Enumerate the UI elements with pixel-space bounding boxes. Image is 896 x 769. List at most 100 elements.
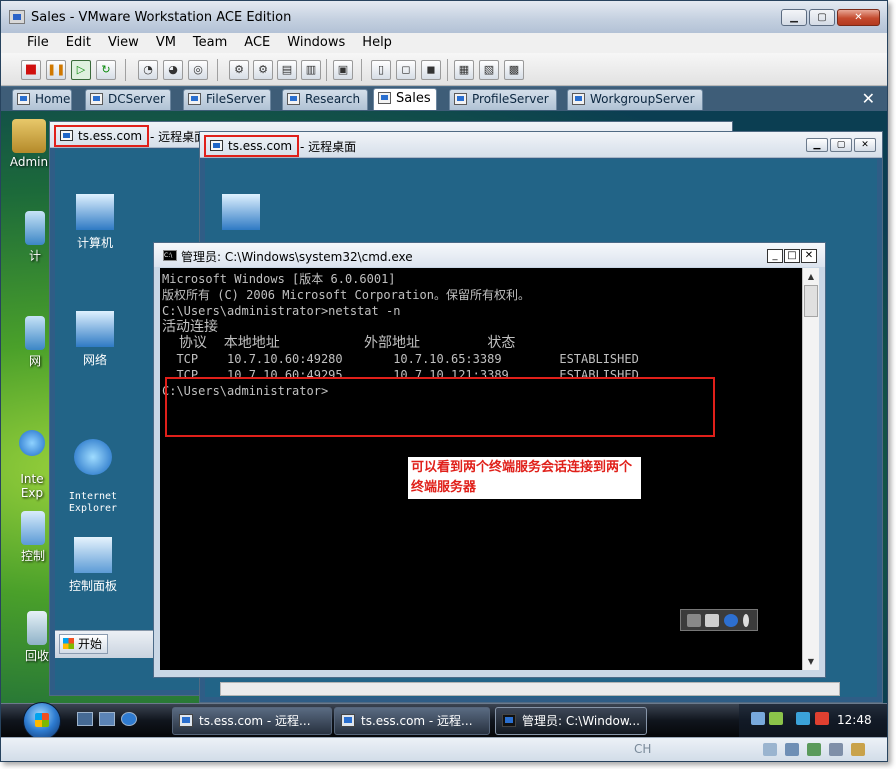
tab-dcserver[interactable]: DCServer [85, 89, 171, 110]
ace-icon[interactable]: ▥ [301, 60, 321, 80]
console-icon[interactable]: ▣ [333, 60, 353, 80]
vertical-scrollbar[interactable]: ▲ ▼ [802, 268, 819, 670]
keyboard-icon[interactable] [705, 614, 719, 627]
snapshot-manager-icon[interactable]: ◎ [188, 60, 208, 80]
computer-icon [76, 194, 114, 230]
tab-fileserver[interactable]: FileServer [183, 89, 271, 110]
cmd-window-controls: _ □ ✕ [767, 249, 817, 263]
recycle-bin-icon [27, 611, 47, 645]
desktop-icon-internet-explorer[interactable]: Internet Explorer [63, 427, 123, 515]
network-tray-icon[interactable] [751, 712, 765, 725]
desktop-icon-control-panel[interactable]: 控制面板 [63, 537, 123, 594]
appliance-view-icon[interactable]: ▧ [479, 60, 499, 80]
snapshot-icon[interactable]: ◔ [138, 60, 158, 80]
vm-icon [188, 93, 201, 105]
scroll-up-icon[interactable]: ▲ [803, 268, 819, 285]
toolbar-separator [361, 59, 362, 81]
suspend-icon[interactable]: ❚❚ [46, 60, 66, 80]
taskbar-button-rdp-1[interactable]: ts.ess.com - 远程... [172, 707, 332, 735]
vm-icon [572, 93, 585, 105]
menu-file[interactable]: File [27, 33, 49, 53]
taskbar-button-rdp-2[interactable]: ts.ess.com - 远程... [334, 707, 490, 735]
sidebar-icon[interactable]: ▯ [371, 60, 391, 80]
toolbar-separator [217, 59, 218, 81]
menu-view[interactable]: View [108, 33, 139, 53]
cmd-icon [502, 714, 516, 727]
internet-explorer-icon[interactable] [121, 712, 137, 726]
vm-icon [287, 93, 300, 105]
grip-icon[interactable] [687, 614, 701, 627]
menu-ace[interactable]: ACE [244, 33, 270, 53]
close-button[interactable]: ✕ [801, 249, 817, 263]
console-line: 版权所有 (C) 2006 Microsoft Corporation。保留所有… [162, 288, 530, 302]
summary-view-icon[interactable]: ▦ [454, 60, 474, 80]
home-icon [17, 93, 30, 105]
close-button[interactable]: ✕ [854, 138, 876, 152]
menu-help[interactable]: Help [362, 33, 392, 53]
taskbar-button-cmd[interactable]: 管理员: C:\Window... [495, 707, 647, 735]
network-adapter-icon[interactable] [807, 743, 821, 756]
show-desktop-icon[interactable] [77, 712, 93, 726]
desktop-icon-admin[interactable]: Admin [9, 119, 49, 169]
console-view-icon[interactable]: ▩ [504, 60, 524, 80]
maximize-button[interactable]: ▢ [830, 138, 852, 152]
menu-icon[interactable] [743, 614, 749, 627]
start-button[interactable]: 开始 [59, 634, 109, 654]
tab-workgroupserver[interactable]: WorkgroupServer [567, 89, 703, 110]
start-orb[interactable] [23, 702, 61, 740]
close-tab-icon[interactable]: ✕ [862, 89, 875, 108]
desktop-icon-computer[interactable] [211, 194, 271, 234]
menu-edit[interactable]: Edit [66, 33, 91, 53]
vmware-tools-icon[interactable] [769, 712, 783, 725]
minimize-button[interactable]: _ [767, 249, 783, 263]
message-icon[interactable] [851, 743, 865, 756]
package-icon[interactable]: ▤ [277, 60, 297, 80]
hard-disk-icon[interactable] [763, 743, 777, 756]
scroll-down-icon[interactable]: ▼ [803, 653, 819, 670]
taskbar-clock[interactable]: 12:48 [837, 713, 872, 727]
desktop-icon-computer[interactable]: 计算机 [65, 194, 125, 251]
quick-switch-icon[interactable]: ◼ [421, 60, 441, 80]
cdrom-icon[interactable] [785, 743, 799, 756]
sound-icon[interactable] [829, 743, 843, 756]
horizontal-scrollbar[interactable] [220, 682, 840, 696]
menu-team[interactable]: Team [193, 33, 227, 53]
cmd-title-bar[interactable]: C:\ 管理员: C:\Windows\system32\cmd.exe _ □… [154, 243, 825, 267]
minimize-button[interactable]: ▁ [806, 138, 828, 152]
desktop-icon-internet-explorer[interactable]: Inte Exp [15, 416, 49, 500]
volume-muted-icon[interactable] [815, 712, 829, 725]
revert-snapshot-icon[interactable]: ◕ [163, 60, 183, 80]
tab-research[interactable]: Research [282, 89, 368, 110]
tab-profileserver[interactable]: ProfileServer [449, 89, 557, 110]
desktop-icon-network[interactable]: 网 [23, 316, 47, 369]
rdp-front-title: ts.ess.com [228, 139, 293, 153]
desktop-icon-network[interactable]: 网络 [65, 311, 125, 368]
tab-home[interactable]: Home [12, 89, 72, 110]
maximize-button[interactable]: ▢ [809, 9, 835, 26]
maximize-button[interactable]: □ [784, 249, 800, 263]
team-settings-icon[interactable]: ⚙ [253, 60, 273, 80]
user-folder-icon [12, 119, 46, 153]
team-icon[interactable]: ⚙ [229, 60, 249, 80]
rdp-front-title-bar[interactable]: ts.ess.com - 远程桌面 ▁ ▢ ✕ [200, 132, 882, 158]
scrollbar-thumb[interactable] [804, 285, 818, 317]
vmware-window: Sales - VMware Workstation ACE Edition ▁… [0, 0, 888, 762]
rdp-back-subtitle: - 远程桌面 [150, 130, 207, 144]
switch-windows-icon[interactable] [99, 712, 115, 726]
desktop-icon-computer[interactable]: 计 [23, 211, 47, 264]
menu-vm[interactable]: VM [156, 33, 176, 53]
power-on-icon[interactable]: ▷ [71, 60, 91, 80]
desktop-icon-recycle-bin[interactable]: 回收 [25, 611, 49, 664]
menu-windows[interactable]: Windows [287, 33, 345, 53]
close-button[interactable]: ✕ [837, 9, 880, 26]
tab-sales[interactable]: Sales [373, 88, 437, 110]
fullscreen-icon[interactable]: ◻ [396, 60, 416, 80]
language-indicator[interactable]: CH [634, 742, 651, 756]
reset-icon[interactable]: ↻ [96, 60, 116, 80]
power-off-icon[interactable]: ■ [21, 60, 41, 80]
title-bar[interactable]: Sales - VMware Workstation ACE Edition ▁… [1, 1, 887, 33]
network-status-icon[interactable] [796, 712, 810, 725]
minimize-button[interactable]: ▁ [781, 9, 807, 26]
help-icon[interactable] [724, 614, 738, 627]
desktop-icon-control-panel[interactable]: 控制 [19, 511, 47, 564]
